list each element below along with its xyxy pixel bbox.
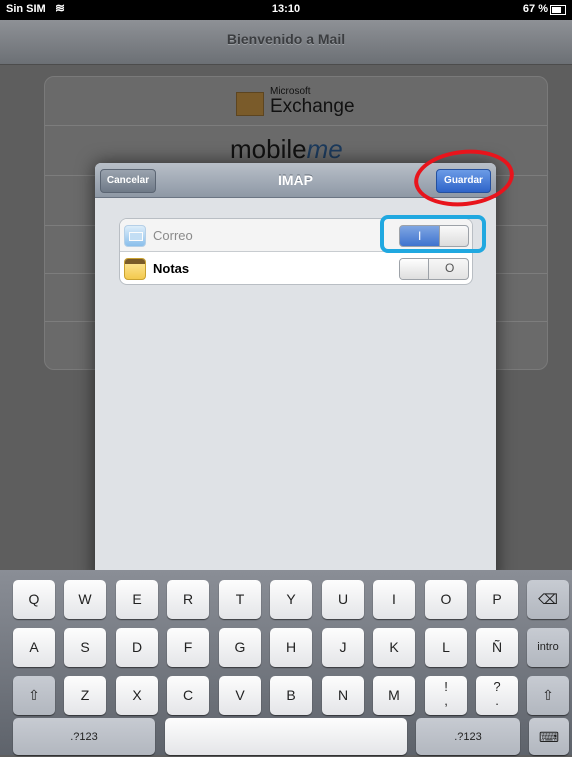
- mail-label: Correo: [153, 228, 193, 243]
- key-enye[interactable]: Ñ: [476, 628, 518, 667]
- key-m[interactable]: M: [373, 676, 415, 715]
- key-t[interactable]: T: [219, 580, 261, 619]
- shift-key-left[interactable]: ⇧: [13, 676, 55, 715]
- numbers-key-left[interactable]: .?123: [13, 718, 155, 755]
- key-question-period[interactable]: ? .: [476, 676, 518, 715]
- toggle-off-mark: O: [445, 261, 455, 275]
- key-g[interactable]: G: [219, 628, 261, 667]
- shift-key-right[interactable]: ⇧: [527, 676, 569, 715]
- numbers-key-right[interactable]: .?123: [416, 718, 520, 755]
- key-p[interactable]: P: [476, 580, 518, 619]
- keyboard-dismiss-icon[interactable]: ⌨: [529, 718, 569, 755]
- key-w[interactable]: W: [64, 580, 106, 619]
- navigation-bar: Bienvenido a Mail: [0, 20, 572, 65]
- key-q[interactable]: Q: [13, 580, 55, 619]
- battery-percent: 67 %: [522, 3, 548, 15]
- list-item-notes: Notas O: [120, 252, 472, 284]
- key-k[interactable]: K: [373, 628, 415, 667]
- mobileme-logo: mobileme: [230, 134, 343, 165]
- keyboard: Q W E R T Y U I O P ⌫ A S D F G H J K L …: [0, 570, 572, 755]
- notes-label: Notas: [153, 261, 190, 276]
- key-b[interactable]: B: [270, 676, 312, 715]
- mobileme-brand-b: me: [306, 134, 343, 164]
- notes-toggle[interactable]: O: [399, 258, 469, 280]
- key-j[interactable]: J: [322, 628, 364, 667]
- page-title: Bienvenido a Mail: [226, 31, 346, 47]
- mail-app-icon: [124, 225, 146, 247]
- notes-app-icon: [124, 258, 146, 280]
- mobileme-brand-a: mobile: [230, 134, 307, 164]
- clock: 13:10: [271, 3, 301, 15]
- status-bar: Sin SIM ≋ 13:10 67 %: [0, 0, 572, 20]
- key-e[interactable]: E: [116, 580, 158, 619]
- return-key[interactable]: intro: [527, 628, 569, 667]
- space-bar[interactable]: [165, 718, 407, 755]
- key-r[interactable]: R: [167, 580, 209, 619]
- key-f[interactable]: F: [167, 628, 209, 667]
- key-o[interactable]: O: [425, 580, 467, 619]
- divider: [45, 125, 547, 126]
- key-l[interactable]: L: [425, 628, 467, 667]
- annotation-blue-box: [380, 215, 486, 253]
- exchange-logo: Microsoft Exchange: [236, 86, 366, 120]
- key-i[interactable]: I: [373, 580, 415, 619]
- key-v[interactable]: V: [219, 676, 261, 715]
- backspace-key[interactable]: ⌫: [527, 580, 569, 619]
- key-z[interactable]: Z: [64, 676, 106, 715]
- toggle-knob: [400, 259, 429, 279]
- key-s[interactable]: S: [64, 628, 106, 667]
- exchange-brand-name: Exchange: [270, 96, 355, 117]
- key-d[interactable]: D: [116, 628, 158, 667]
- key-u[interactable]: U: [322, 580, 364, 619]
- key-c[interactable]: C: [167, 676, 209, 715]
- exchange-flag-icon: [236, 92, 264, 116]
- key-n[interactable]: N: [322, 676, 364, 715]
- key-y[interactable]: Y: [270, 580, 312, 619]
- key-h[interactable]: H: [270, 628, 312, 667]
- key-x[interactable]: X: [116, 676, 158, 715]
- key-exclam-comma[interactable]: ! ,: [425, 676, 467, 715]
- battery-icon: [550, 5, 566, 15]
- key-a[interactable]: A: [13, 628, 55, 667]
